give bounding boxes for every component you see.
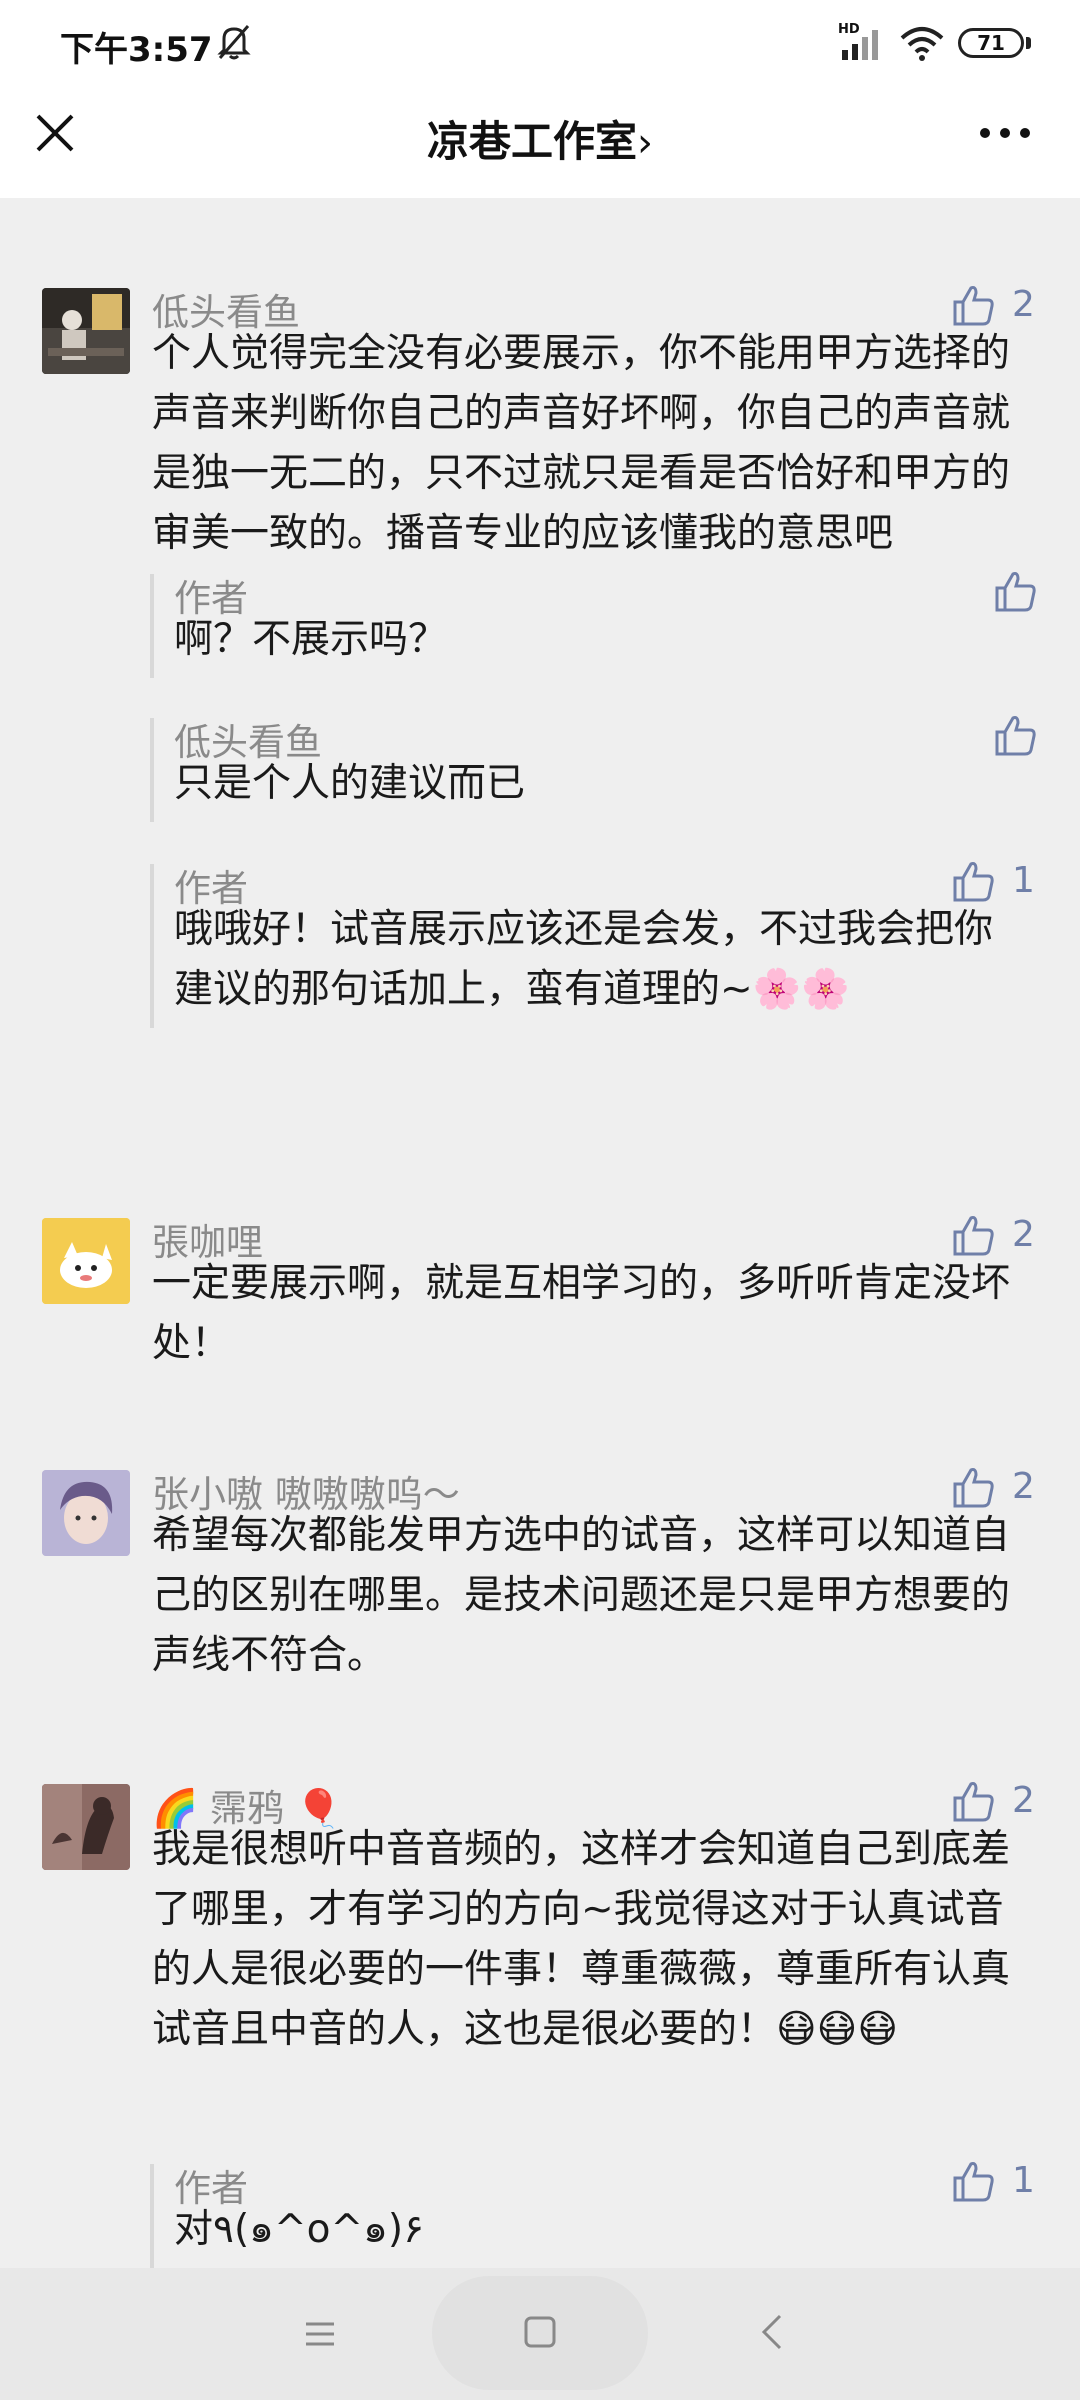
battery-nub xyxy=(1026,37,1031,49)
avatar[interactable] xyxy=(42,1784,130,1870)
wifi-icon xyxy=(900,27,944,61)
thumbs-up-icon xyxy=(953,1782,994,1822)
status-time: 下午3:57 xyxy=(60,30,213,70)
like-count: 2 xyxy=(1012,1214,1035,1255)
back-icon[interactable] xyxy=(754,2312,790,2352)
like-count: 2 xyxy=(1012,1466,1035,1507)
more-icon[interactable] xyxy=(970,106,1040,160)
reply-item: 作者 啊？不展示吗？ xyxy=(150,568,1040,678)
comment-text: 一定要展示啊，就是互相学习的，多听听肯定没坏处！ xyxy=(152,1261,1011,1366)
thumbs-up-icon xyxy=(995,716,1036,756)
avatar[interactable] xyxy=(42,1470,130,1556)
like-count: 1 xyxy=(1012,860,1035,901)
reply-text: 哦哦好！试音展示应该还是会发，不过我会把你建议的那句话加上，蛮有道理的~🌸🌸 xyxy=(174,907,994,1012)
reply-divider xyxy=(150,574,154,678)
status-bar: 下午3:57 HD 71 xyxy=(0,0,1080,88)
bell-muted-icon xyxy=(217,25,251,60)
page-title-text: 凉巷工作室 xyxy=(426,117,637,166)
like-count: 2 xyxy=(1012,1780,1035,1821)
comment-list[interactable]: 低头看鱼 2 个人觉得完全没有必要展示，你不能用甲方选择的声音来判断你自己的声音… xyxy=(0,198,1080,2268)
battery-icon: 71 xyxy=(958,28,1024,58)
recent-apps-icon[interactable] xyxy=(300,2314,340,2354)
thumbs-up-icon xyxy=(953,1468,994,1508)
reply-item: 作者 1 哦哦好！试音展示应该还是会发，不过我会把你建议的那句话加上，蛮有道理的… xyxy=(150,858,1040,1028)
avatar-image xyxy=(42,1470,130,1556)
reply-text: 啊？不展示吗？ xyxy=(174,617,448,662)
reply-divider xyxy=(150,864,154,1028)
avatar-image xyxy=(42,1784,130,1870)
reply-text: 只是个人的建议而已 xyxy=(174,761,526,806)
battery-level: 71 xyxy=(977,31,1005,55)
page-title[interactable]: 凉巷工作室› xyxy=(0,108,1080,169)
reply-item: 作者 1 对٩(๑^o^๑)۶ xyxy=(150,2158,1040,2268)
home-icon[interactable] xyxy=(522,2314,558,2350)
reply-text: 对٩(๑^o^๑)۶ xyxy=(174,2207,425,2252)
thumbs-up-icon xyxy=(953,286,994,326)
system-nav-bar xyxy=(0,2268,1080,2400)
thumbs-up-icon xyxy=(995,572,1036,612)
comment-text: 我是很想听中音音频的，这样才会知道自己到底差了哪里，才有学习的方向~我觉得这对于… xyxy=(152,1827,1011,2052)
avatar[interactable] xyxy=(42,288,130,374)
signal-icon xyxy=(842,30,878,60)
like-count: 2 xyxy=(1012,284,1035,325)
thumbs-up-icon xyxy=(953,862,994,902)
like-count: 1 xyxy=(1012,2160,1035,2201)
avatar[interactable] xyxy=(42,1218,130,1304)
avatar-image xyxy=(42,288,130,374)
chevron-right-icon: › xyxy=(637,120,653,166)
reply-item: 低头看鱼 只是个人的建议而已 xyxy=(150,712,1040,822)
avatar-image xyxy=(42,1218,130,1304)
reply-divider xyxy=(150,2164,154,2268)
thumbs-up-icon xyxy=(953,2162,994,2202)
title-bar: 凉巷工作室› xyxy=(0,88,1080,198)
comment-text: 希望每次都能发甲方选中的试音，这样可以知道自己的区别在哪里。是技术问题还是只是甲… xyxy=(152,1513,1011,1678)
thumbs-up-icon xyxy=(953,1216,994,1256)
reply-divider xyxy=(150,718,154,822)
comment-text: 个人觉得完全没有必要展示，你不能用甲方选择的声音来判断你自己的声音好坏啊，你自己… xyxy=(152,331,1011,556)
